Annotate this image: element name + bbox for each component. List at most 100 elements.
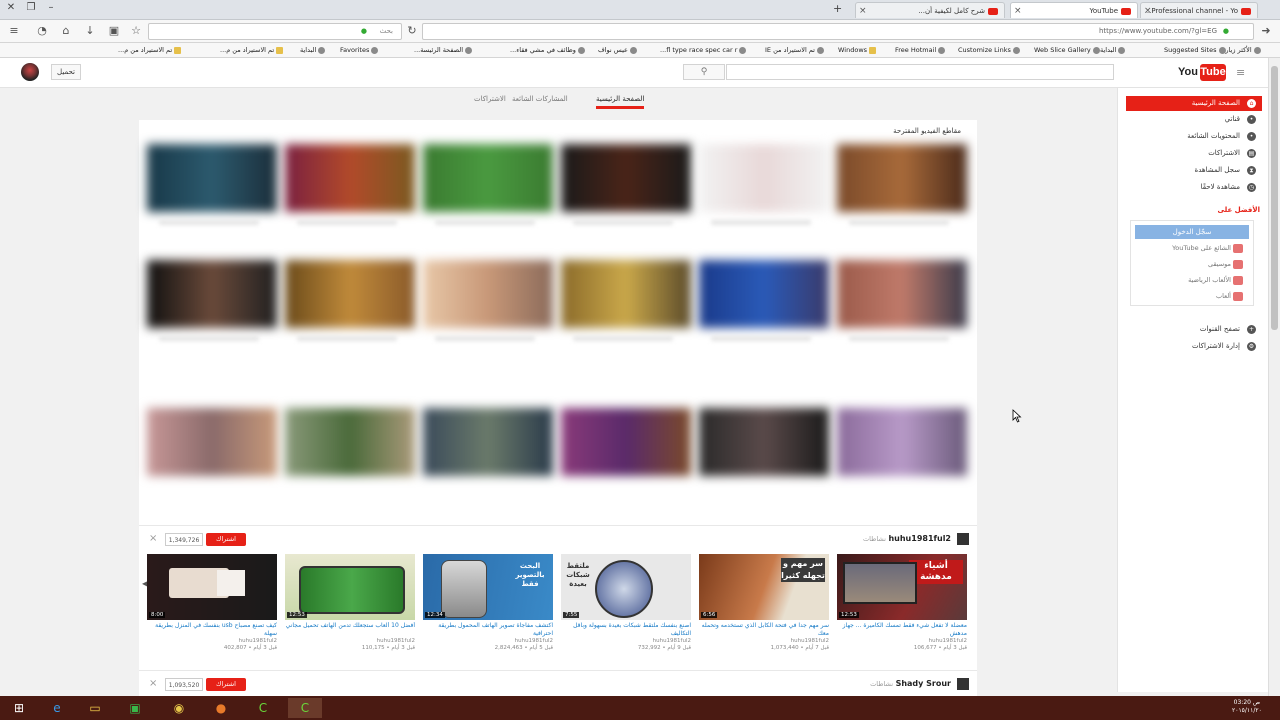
camtasia-recorder-icon[interactable]: C <box>288 698 322 718</box>
video-thumbnail[interactable] <box>423 408 553 476</box>
tab-home[interactable]: الصفحة الرئيسية <box>596 95 645 109</box>
firefox-icon[interactable]: ● <box>204 698 238 718</box>
video-title[interactable]: اصنع بنفسك ملتقط شبكات بعيدة بسهولة وبأق… <box>561 622 691 638</box>
chrome-icon[interactable]: ◉ <box>162 698 196 718</box>
camtasia-icon[interactable]: C <box>246 698 280 718</box>
tab-subscriptions[interactable]: الاشتراكات <box>474 95 506 103</box>
bookmark-item[interactable]: Favorites <box>340 43 379 57</box>
video-thumbnail[interactable] <box>147 408 277 476</box>
video-thumbnail[interactable] <box>561 144 691 212</box>
sidebar-item-history[interactable]: ⧗ سجل المشاهدة <box>1126 163 1262 178</box>
video-channel[interactable]: huhu1981ful2 <box>699 638 829 645</box>
bookmark-item[interactable]: عيس نواف <box>598 43 637 57</box>
browser-tab[interactable]: Professional channel - Yo... × <box>1140 2 1258 18</box>
sidebar-item-trending[interactable]: • المحتويات الشائعة <box>1126 129 1262 144</box>
sidebar-item-subscriptions[interactable]: ▤ الاشتراكات <box>1126 146 1262 161</box>
video-thumbnail[interactable]: 12:53 <box>285 554 415 620</box>
sidebar-item-browse-channels[interactable]: + تصفح القنوات <box>1126 322 1262 337</box>
subscribe-button[interactable]: اشتراك <box>206 533 246 546</box>
video-channel[interactable]: huhu1981ful2 <box>285 638 415 645</box>
video-title[interactable]: كيف تصنع مصباح usb بنفسك في المنزل بطريق… <box>147 622 277 638</box>
pocket-icon[interactable]: ◔ <box>34 23 50 39</box>
menu-icon[interactable]: ≡ <box>6 23 22 39</box>
close-icon[interactable]: × <box>1144 3 1152 18</box>
channel-avatar[interactable] <box>957 678 969 690</box>
library-icon[interactable]: ▣ <box>106 23 122 39</box>
close-icon[interactable]: × <box>859 3 867 18</box>
video-channel[interactable]: huhu1981ful2 <box>423 638 553 645</box>
video-thumbnail[interactable] <box>285 260 415 328</box>
bookmark-star-icon[interactable]: ☆ <box>128 23 144 39</box>
new-tab-button[interactable]: + <box>833 2 842 15</box>
close-icon[interactable]: × <box>1014 3 1022 18</box>
bookmark-folder[interactable]: Windows <box>838 43 877 57</box>
channel-avatar[interactable] <box>957 533 969 545</box>
video-title[interactable]: أفضل 10 ألعاب ستجعلك تدمن الهاتف تحميل م… <box>285 622 415 638</box>
video-thumbnail[interactable] <box>699 260 829 328</box>
video-card[interactable]: أشياء مدهشة 12:53 معضلة لا تفعل شيء فقط … <box>837 554 967 652</box>
windows-start-icon[interactable]: ⊞ <box>2 698 36 718</box>
video-card[interactable]: 8:00 كيف تصنع مصباح usb بنفسك في المنزل … <box>147 554 277 652</box>
browser-search-input[interactable]: بحث ● <box>148 23 402 40</box>
internet-explorer-icon[interactable]: e <box>40 698 74 718</box>
sidebar-item-watch-later[interactable]: ◷ مشاهدة لاحقًا <box>1126 180 1262 195</box>
video-thumbnail[interactable] <box>837 144 967 212</box>
close-window-icon[interactable]: ✕ <box>0 0 22 16</box>
video-thumbnail[interactable]: البحث بالتصوير فقط 12:34 <box>423 554 553 620</box>
video-card[interactable]: البحث بالتصوير فقط 12:34 اكتشف مفاجأة تص… <box>423 554 553 652</box>
browser-tab-active[interactable]: YouTube × <box>1010 2 1138 18</box>
upload-button[interactable]: تحميل <box>51 64 81 80</box>
video-thumbnail[interactable] <box>147 144 277 212</box>
system-clock[interactable]: 03:20 ص ٢٠١٥/١١/٢٠ <box>1232 699 1262 715</box>
sidebar-item-music[interactable]: موسيقى <box>1135 257 1249 272</box>
video-thumbnail[interactable] <box>147 260 277 328</box>
video-title[interactable]: اكتشف مفاجأة تصوير الهاتف المحمول بطريقة… <box>423 622 553 638</box>
youtube-logo[interactable]: You Tube <box>1178 64 1226 81</box>
bookmark-item[interactable]: الصفحة الرئيسة... <box>414 43 473 57</box>
bookmark-item[interactable]: تم الاستيراد من IE <box>765 43 824 57</box>
bookmark-item[interactable]: البداية <box>300 43 326 57</box>
video-thumbnail[interactable] <box>285 408 415 476</box>
bookmark-item[interactable]: fl type race spec car r... <box>660 43 747 57</box>
sidebar-item-my-channel[interactable]: • قناتي <box>1126 112 1262 127</box>
back-icon[interactable]: ➜ <box>1258 23 1274 39</box>
video-card[interactable]: سر مهم و تجهله كثيرا 6:56 سر مهم جداً في… <box>699 554 829 652</box>
video-thumbnail[interactable] <box>837 260 967 328</box>
channel-title[interactable]: Shady Srour نشاطات <box>870 679 951 688</box>
bookmark-item[interactable]: Web Slice Gallery <box>1034 43 1100 57</box>
video-card[interactable]: ملتقط شبكات بعيدة 7:55 اصنع بنفسك ملتقط … <box>561 554 691 652</box>
sign-in-button[interactable]: سجّل الدخول <box>1135 225 1249 239</box>
video-thumbnail[interactable] <box>561 260 691 328</box>
video-thumbnail[interactable] <box>285 144 415 212</box>
bookmark-item[interactable]: الأكثر زيارة <box>1222 43 1261 57</box>
minimize-window-icon[interactable]: – <box>40 0 62 16</box>
video-thumbnail[interactable] <box>699 408 829 476</box>
video-thumbnail[interactable] <box>423 144 553 212</box>
channel-title[interactable]: huhu1981ful2 نشاطات <box>863 534 951 543</box>
sidebar-item-sports[interactable]: الألعاب الرياضية <box>1135 273 1249 288</box>
bookmark-item[interactable]: البداية <box>1100 43 1126 57</box>
avatar[interactable] <box>21 63 39 81</box>
file-explorer-icon[interactable]: ▭ <box>78 698 112 718</box>
subscribe-button[interactable]: اشتراك <box>206 678 246 691</box>
video-channel[interactable]: huhu1981ful2 <box>837 638 967 645</box>
video-thumbnail[interactable]: 8:00 <box>147 554 277 620</box>
dismiss-icon[interactable]: × <box>149 678 157 689</box>
video-thumbnail[interactable] <box>837 408 967 476</box>
video-card[interactable]: 12:53 أفضل 10 ألعاب ستجعلك تدمن الهاتف ت… <box>285 554 415 652</box>
video-title[interactable]: سر مهم جداً في فتحة الكابل الذي تستخدمه … <box>699 622 829 638</box>
sidebar-item-gaming[interactable]: ألعاب <box>1135 289 1249 304</box>
address-bar[interactable]: https://www.youtube.com/?gl=EG ● <box>422 23 1254 40</box>
download-icon[interactable]: ↓ <box>82 23 98 39</box>
search-button[interactable]: ⚲ <box>683 64 725 80</box>
bookmark-item[interactable]: Customize Links <box>958 43 1020 57</box>
restore-window-icon[interactable]: ❐ <box>20 0 42 16</box>
search-input[interactable] <box>726 64 1114 80</box>
browser-tab[interactable]: شرح كامل لكيفية أن... × <box>855 2 1005 18</box>
video-thumbnail[interactable] <box>423 260 553 328</box>
bookmark-item[interactable]: وظائف في مشي فقاء... <box>510 43 585 57</box>
video-channel[interactable]: huhu1981ful2 <box>561 638 691 645</box>
video-thumbnail[interactable] <box>561 408 691 476</box>
sidebar-item-popular[interactable]: الشائع على YouTube <box>1135 241 1249 256</box>
bookmark-item[interactable]: Suggested Sites <box>1164 43 1226 57</box>
